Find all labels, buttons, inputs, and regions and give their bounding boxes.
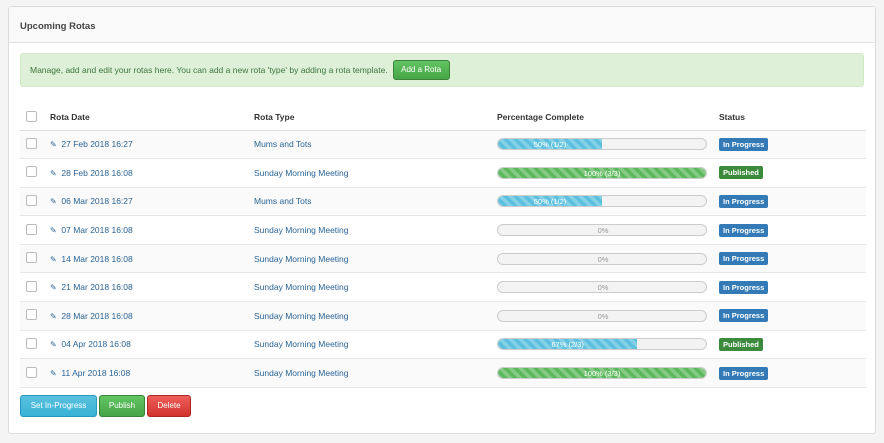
- progress-label: 0%: [597, 226, 609, 236]
- rota-type-link[interactable]: Sunday Morning Meeting: [254, 311, 349, 321]
- rota-type-link[interactable]: Sunday Morning Meeting: [254, 368, 349, 378]
- rota-type-link[interactable]: Sunday Morning Meeting: [254, 282, 349, 292]
- rota-date-link[interactable]: 06 Mar 2018 16:27: [61, 196, 132, 206]
- header-percentage-complete[interactable]: Percentage Complete: [497, 105, 719, 131]
- header-status[interactable]: Status: [719, 105, 866, 131]
- add-rota-button[interactable]: Add a Rota: [392, 60, 450, 80]
- rota-type-link[interactable]: Mums and Tots: [254, 196, 311, 206]
- rota-date-link[interactable]: 27 Feb 2018 16:27: [61, 139, 132, 149]
- status-badge: In Progress: [719, 137, 769, 151]
- progress-label: 50% (1/2): [533, 140, 567, 150]
- set-in-progress-button[interactable]: Set In-Progress: [20, 394, 97, 417]
- rota-type-link[interactable]: Sunday Morning Meeting: [254, 339, 349, 349]
- pencil-icon[interactable]: ✎: [50, 226, 59, 235]
- status-badge: In Progress: [719, 223, 769, 237]
- header-rota-type[interactable]: Rota Type: [254, 105, 497, 131]
- pencil-icon[interactable]: ✎: [50, 312, 59, 321]
- pencil-icon[interactable]: ✎: [50, 283, 59, 292]
- table-row: ✎ 21 Mar 2018 16:08 Sunday Morning Meetin…: [20, 272, 866, 303]
- progress-bar: 0%: [497, 224, 707, 237]
- rota-date-link[interactable]: 14 Mar 2018 16:08: [61, 254, 132, 264]
- progress-label: 100% (3/3): [583, 369, 621, 379]
- status-badge: In Progress: [719, 366, 769, 380]
- progress-bar: 67% (2/3): [497, 338, 707, 351]
- row-checkbox[interactable]: [26, 137, 37, 149]
- rota-type-link[interactable]: Sunday Morning Meeting: [254, 168, 349, 178]
- table-row: ✎ 06 Mar 2018 16:27 Mums and Tots 50% (1/2…: [20, 187, 866, 217]
- row-checkbox[interactable]: [26, 252, 37, 264]
- pencil-icon[interactable]: ✎: [50, 340, 59, 349]
- progress-bar: 0%: [497, 281, 707, 294]
- pencil-icon[interactable]: ✎: [50, 140, 59, 149]
- progress-bar: 0%: [497, 252, 707, 265]
- table-row: ✎ 28 Feb 2018 16:08 Sunday Morning Meetin…: [20, 158, 866, 188]
- bulk-actions: Set In-Progress Publish Delete: [20, 394, 864, 417]
- pencil-icon[interactable]: ✎: [50, 255, 59, 264]
- status-badge: In Progress: [719, 252, 769, 266]
- table-row: ✎ 04 Apr 2018 16:08 Sunday Morning Meetin…: [20, 330, 866, 360]
- rota-type-link[interactable]: Sunday Morning Meeting: [254, 254, 349, 264]
- rota-type-link[interactable]: Mums and Tots: [254, 139, 311, 149]
- row-checkbox[interactable]: [26, 337, 37, 349]
- rota-date-link[interactable]: 21 Mar 2018 16:08: [61, 282, 132, 292]
- progress-bar: 0%: [497, 309, 707, 322]
- row-checkbox[interactable]: [26, 223, 37, 235]
- progress-bar: 50% (1/2): [497, 138, 707, 151]
- rota-date-link[interactable]: 28 Mar 2018 16:08: [61, 311, 132, 321]
- table-row: ✎ 27 Feb 2018 16:27 Mums and Tots 50% (1/2…: [20, 130, 866, 160]
- row-checkbox[interactable]: [26, 309, 37, 321]
- table-row: ✎ 11 Apr 2018 16:08 Sunday Morning Meetin…: [20, 358, 866, 388]
- progress-bar: 100% (3/3): [497, 166, 707, 179]
- status-badge: Published: [719, 337, 763, 351]
- alert-text: Manage, add and edit your rotas here. Yo…: [30, 65, 388, 75]
- progress-bar: 100% (3/3): [497, 367, 707, 380]
- table-row: ✎ 14 Mar 2018 16:08 Sunday Morning Meetin…: [20, 244, 866, 274]
- pencil-icon[interactable]: ✎: [50, 169, 59, 178]
- rota-date-link[interactable]: 28 Feb 2018 16:08: [61, 168, 132, 178]
- row-checkbox[interactable]: [26, 166, 37, 178]
- progress-label: 0%: [597, 283, 609, 293]
- rota-type-link[interactable]: Sunday Morning Meeting: [254, 225, 349, 235]
- progress-label: 50% (1/2): [533, 197, 567, 207]
- select-all-checkbox[interactable]: [26, 110, 37, 122]
- progress-label: 67% (2/3): [551, 340, 584, 350]
- pencil-icon[interactable]: ✎: [50, 369, 59, 378]
- table-row: ✎ 28 Mar 2018 16:08 Sunday Morning Meetin…: [20, 301, 866, 331]
- row-checkbox[interactable]: [26, 194, 37, 206]
- rota-date-link[interactable]: 04 Apr 2018 16:08: [61, 339, 130, 349]
- rota-table: Rota Date Rota Type Percentage Complete …: [20, 105, 866, 388]
- status-badge: In Progress: [719, 194, 769, 208]
- progress-label: 0%: [597, 311, 609, 321]
- status-badge: In Progress: [719, 280, 769, 294]
- header-rota-date[interactable]: Rota Date: [40, 105, 254, 131]
- progress-label: 0%: [597, 254, 609, 264]
- rota-date-link[interactable]: 07 Mar 2018 16:08: [61, 225, 132, 235]
- status-badge: In Progress: [719, 309, 769, 323]
- upcoming-rotas-panel: Upcoming Rotas Manage, add and edit your…: [8, 6, 876, 434]
- pencil-icon[interactable]: ✎: [50, 197, 59, 206]
- status-badge: Published: [719, 166, 763, 180]
- table-header-row: Rota Date Rota Type Percentage Complete …: [20, 105, 866, 131]
- rota-date-link[interactable]: 11 Apr 2018 16:08: [61, 368, 130, 378]
- row-checkbox[interactable]: [26, 366, 37, 378]
- table-row: ✎ 07 Mar 2018 16:08 Sunday Morning Meetin…: [20, 215, 866, 245]
- publish-button[interactable]: Publish: [99, 394, 145, 417]
- delete-button[interactable]: Delete: [147, 394, 191, 417]
- progress-label: 100% (3/3): [583, 168, 621, 178]
- info-alert: Manage, add and edit your rotas here. Yo…: [20, 53, 864, 87]
- progress-bar: 50% (1/2): [497, 195, 707, 208]
- row-checkbox[interactable]: [26, 280, 37, 292]
- panel-title: Upcoming Rotas: [9, 7, 875, 43]
